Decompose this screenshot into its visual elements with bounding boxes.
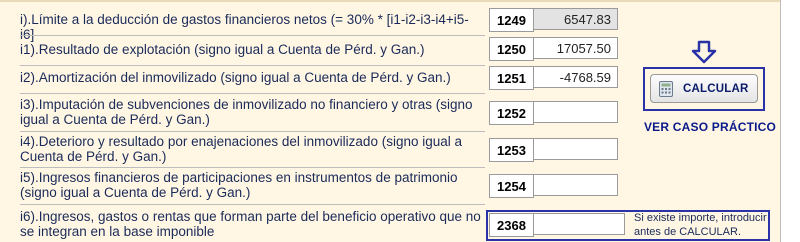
value-field-1252[interactable]	[533, 101, 618, 123]
row-label-1250: i1).Resultado de explotación (signo igua…	[20, 42, 425, 57]
value-field-1251[interactable]: -4768.59	[533, 66, 618, 88]
calculate-button-label: CALCULAR	[683, 82, 749, 95]
row-label-1251: i2).Amortización del inmovilizado (signo…	[20, 70, 451, 85]
row-label-1252: i3).Imputación de subvenciones de inmovi…	[20, 97, 473, 127]
top-border	[0, 0, 800, 2]
row-label-1249: i).Límite a la deducción de gastos finan…	[20, 12, 469, 42]
code-1254: 1254	[489, 174, 534, 198]
row-separator	[20, 65, 485, 66]
row-label-1254: i5).Ingresos financieros de participacio…	[20, 170, 458, 200]
value-field-1253[interactable]	[533, 138, 618, 160]
row-separator	[20, 35, 485, 36]
row-separator	[20, 167, 485, 168]
code-1252: 1252	[489, 101, 534, 125]
code-1251: 1251	[489, 66, 534, 90]
row-label-2368: i6).Ingresos, gastos o rentas que forman…	[20, 209, 481, 239]
note-text: Si existe importe, introducir antes de C…	[634, 212, 767, 238]
calculate-button[interactable]: CALCULAR	[650, 74, 758, 103]
code-1253: 1253	[489, 138, 534, 162]
row-separator	[20, 93, 485, 94]
row-separator	[20, 131, 485, 132]
row-label-1253: i4).Deterioro y resultado por enajenacio…	[20, 134, 462, 164]
value-field-1249: 6547.83	[533, 8, 618, 30]
value-field-1250[interactable]: 17057.50	[533, 37, 618, 59]
right-edge-panel	[780, 0, 800, 242]
code-2368: 2368	[489, 213, 534, 237]
value-field-1254[interactable]	[533, 174, 618, 196]
row-separator	[20, 204, 485, 205]
code-1250: 1250	[489, 37, 534, 61]
value-field-2368[interactable]	[533, 213, 625, 235]
arrow-down-icon	[691, 40, 717, 64]
calculator-icon	[659, 80, 673, 97]
code-1249: 1249	[489, 8, 534, 32]
example-case-link[interactable]: VER CASO PRÁCTICO	[640, 120, 780, 134]
